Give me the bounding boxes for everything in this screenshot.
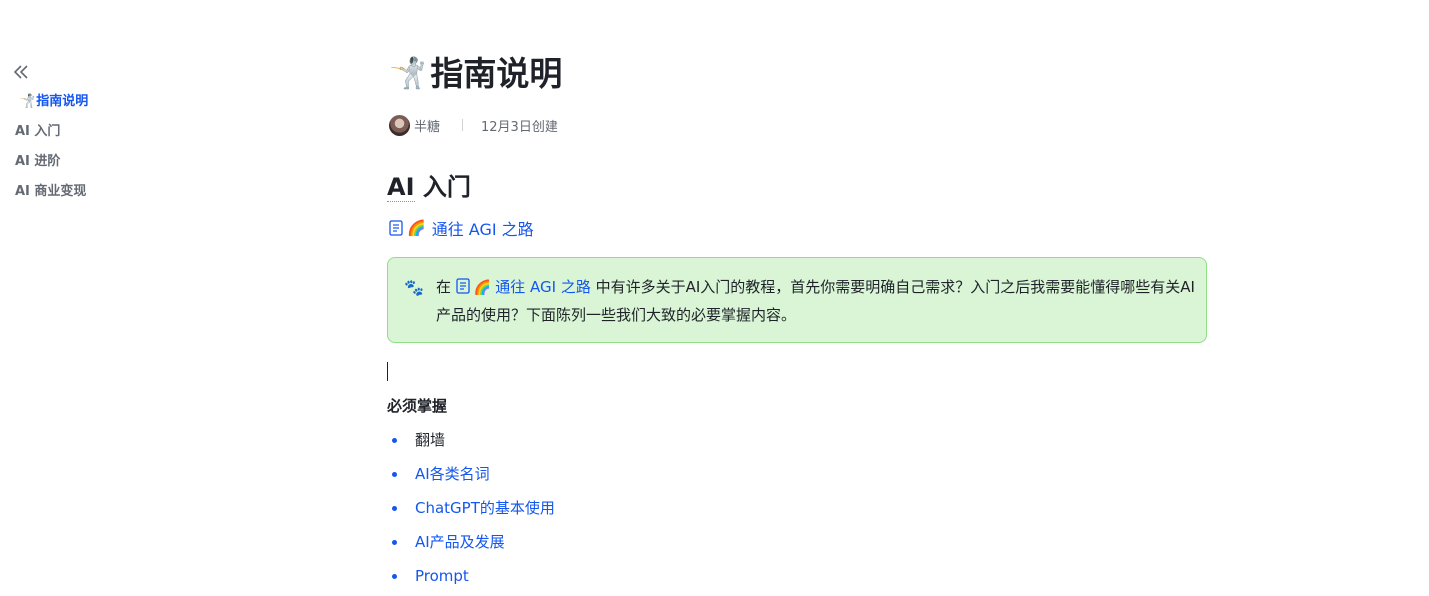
doc-icon: [456, 278, 470, 294]
outline-item-label: AI 入门: [15, 124, 61, 139]
must-master-list: 翻墙 AI各类名词 ChatGPT的基本使用 AI产品及发展 Prompt: [387, 426, 555, 596]
must-master-heading[interactable]: 必须掌握: [387, 395, 447, 417]
outline-item-ai-monetization[interactable]: AI 商业变现: [15, 182, 88, 212]
list-item[interactable]: AI产品及发展: [387, 528, 555, 562]
fencer-emoji-icon: 🤺: [19, 94, 36, 109]
agi-doc-link-text: 通往 AGI 之路: [431, 220, 534, 239]
page-title-text: 指南说明: [430, 54, 563, 93]
list-item[interactable]: ChatGPT的基本使用: [387, 494, 555, 528]
callout-text-before: 在: [436, 278, 452, 296]
list-item-text: 翻墙: [415, 431, 446, 449]
doc-icon: [389, 220, 403, 236]
list-item-link[interactable]: AI产品及发展: [415, 528, 505, 556]
fencer-emoji-icon: 🤺: [389, 56, 427, 91]
outline-sidebar: 🤺 指南说明 AI 入门 AI 进阶 AI 商业变现: [0, 0, 240, 593]
author-avatar[interactable]: [389, 114, 410, 136]
callout-block[interactable]: 🐾 在 🌈 通往 AGI 之路 中有许多关于AI入门的教程，首先你需要明确自己需求…: [387, 257, 1207, 343]
page-title[interactable]: 🤺 指南说明: [389, 52, 562, 96]
callout-agi-link[interactable]: 🌈 通往 AGI 之路: [456, 278, 591, 296]
list-item-link[interactable]: AI各类名词: [415, 460, 490, 488]
meta-divider: [462, 119, 464, 131]
list-item[interactable]: Prompt: [387, 562, 555, 596]
outline-item-label: AI 商业变现: [15, 184, 87, 199]
outline-item-ai-intro[interactable]: AI 入门: [15, 122, 88, 152]
callout-agi-link-text: 通往 AGI 之路: [495, 278, 591, 296]
rainbow-emoji-icon: 🌈: [473, 280, 492, 296]
list-item[interactable]: AI各类名词: [387, 460, 555, 494]
heading-prefix: AI: [387, 173, 415, 202]
section-heading-ai-intro[interactable]: AI 入门: [387, 170, 471, 204]
bullet-dot: [392, 506, 397, 511]
double-chevron-left-icon: [13, 65, 28, 79]
bullet-dot: [392, 472, 397, 477]
author-name[interactable]: 半糖: [414, 116, 440, 135]
outline-item-ai-advanced[interactable]: AI 进阶: [15, 152, 88, 182]
collapse-outline-button[interactable]: [11, 62, 31, 82]
list-item-link[interactable]: Prompt: [415, 562, 469, 590]
callout-text: 在 🌈 通往 AGI 之路 中有许多关于AI入门的教程，首先你需要明确自己需求？入…: [436, 274, 1196, 329]
list-item-link[interactable]: ChatGPT的基本使用: [415, 494, 555, 522]
outline-item-guide[interactable]: 🤺 指南说明: [15, 92, 88, 122]
outline-item-label: AI 进阶: [15, 154, 61, 169]
bullet-dot: [392, 574, 397, 579]
paw-icon[interactable]: 🐾: [404, 278, 424, 297]
outline-item-label: 指南说明: [36, 94, 89, 109]
heading-suffix: 入门: [414, 173, 471, 201]
list-item[interactable]: 翻墙: [387, 426, 555, 460]
outline-list: 🤺 指南说明 AI 入门 AI 进阶 AI 商业变现: [15, 92, 88, 212]
text-cursor: [387, 362, 388, 381]
bullet-dot: [392, 438, 397, 443]
created-date: 12月3日创建: [481, 119, 558, 135]
document-meta: 半糖 12月3日创建: [389, 114, 558, 136]
rainbow-emoji-icon: 🌈: [407, 219, 426, 237]
agi-doc-link[interactable]: 🌈 通往 AGI 之路: [389, 216, 534, 240]
bullet-dot: [392, 540, 397, 545]
